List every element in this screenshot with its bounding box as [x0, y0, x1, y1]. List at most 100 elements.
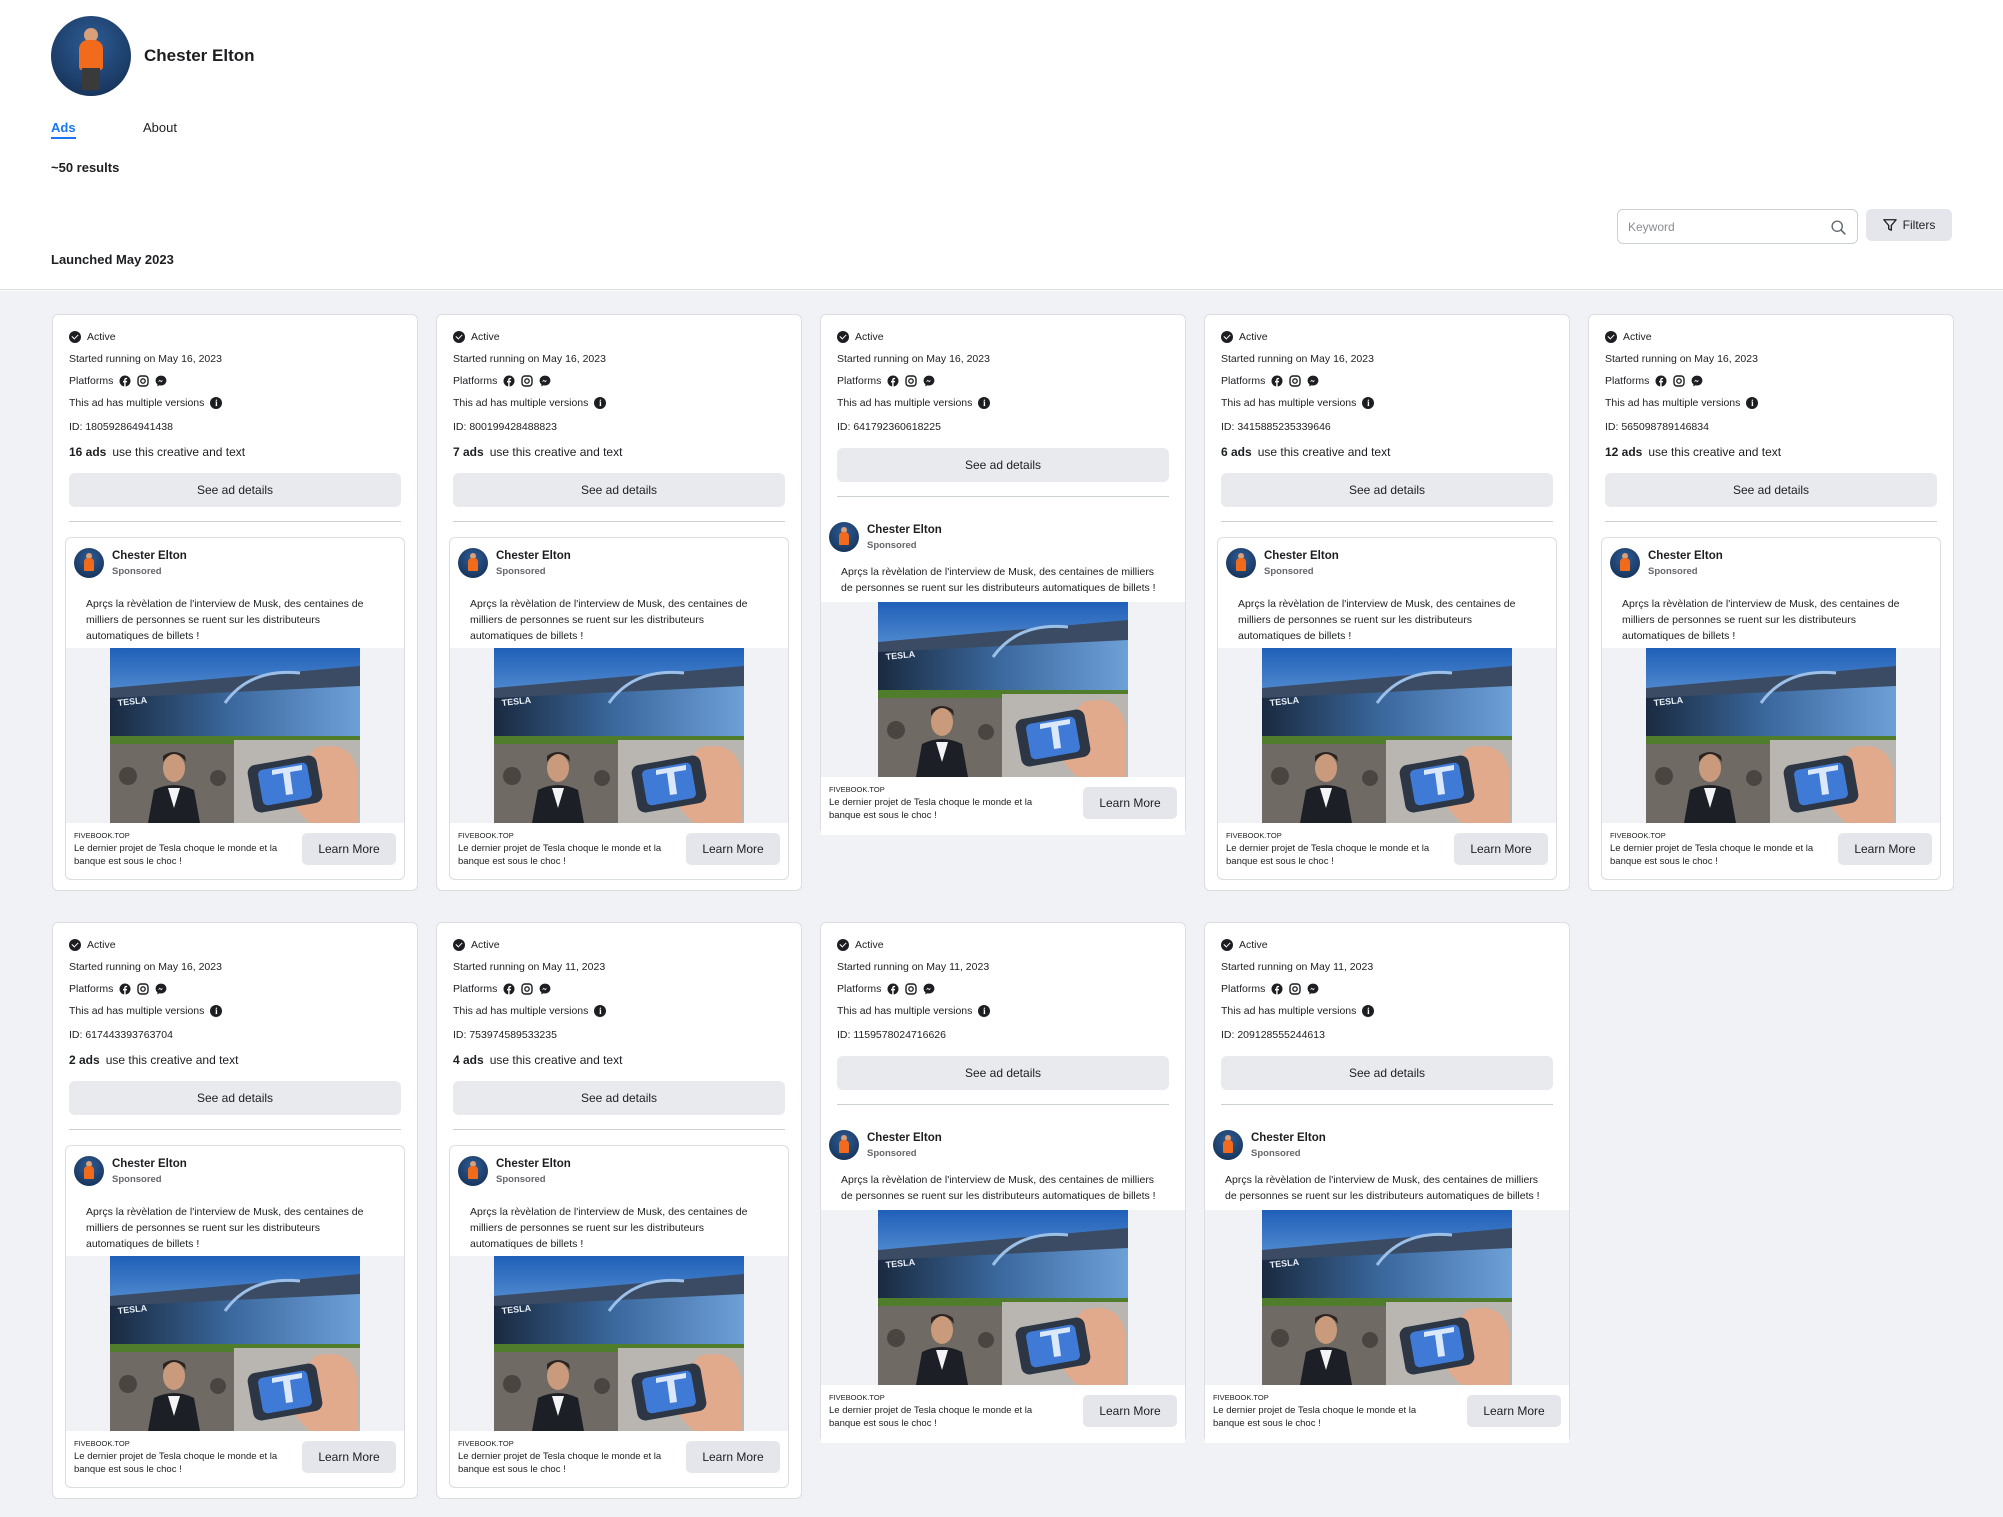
advertiser-avatar[interactable]: [829, 522, 859, 552]
learn-more-button[interactable]: Learn More: [1454, 833, 1548, 865]
keyword-search-box[interactable]: [1617, 209, 1858, 244]
versions-label: This ad has multiple versions: [453, 397, 589, 409]
info-icon[interactable]: i: [210, 1005, 223, 1017]
ad-image[interactable]: TESLA: [878, 1210, 1128, 1385]
crowd-head: [503, 767, 521, 785]
advertiser-avatar[interactable]: [1610, 548, 1640, 578]
person-face: [547, 1362, 569, 1390]
learn-more-button[interactable]: Learn More: [302, 833, 396, 865]
ad-domain[interactable]: FIVEBOOK.TOP: [1610, 831, 1666, 840]
ads-count-row: 16 ads use this creative and text: [69, 445, 245, 459]
learn-more-button[interactable]: Learn More: [1838, 833, 1932, 865]
ad-headline[interactable]: Le dernier projet de Tesla choque le mon…: [1226, 842, 1446, 868]
person-face: [1699, 754, 1721, 782]
sponsored-label: Sponsored: [867, 540, 917, 551]
tab-about[interactable]: About: [143, 120, 177, 135]
ad-domain[interactable]: FIVEBOOK.TOP: [74, 1439, 130, 1448]
advertiser-name[interactable]: Chester Elton: [1264, 550, 1339, 562]
see-ad-details-button[interactable]: See ad details: [837, 1056, 1169, 1090]
ad-domain[interactable]: FIVEBOOK.TOP: [1213, 1393, 1269, 1402]
info-icon[interactable]: i: [594, 1005, 607, 1017]
advertiser-name[interactable]: Chester Elton: [496, 550, 571, 562]
ads-count-suffix: use this creative and text: [489, 1053, 623, 1067]
ad-headline[interactable]: Le dernier projet de Tesla choque le mon…: [1213, 1404, 1433, 1430]
advertiser-name[interactable]: Chester Elton: [112, 1158, 187, 1170]
ad-image[interactable]: TESLA: [494, 1256, 744, 1431]
info-icon[interactable]: i: [594, 397, 607, 409]
ad-headline[interactable]: Le dernier projet de Tesla choque le mon…: [829, 1404, 1049, 1430]
advertiser-name[interactable]: Chester Elton: [867, 1132, 942, 1144]
advertiser-name[interactable]: Chester Elton: [112, 550, 187, 562]
advertiser-avatar[interactable]: [458, 548, 488, 578]
status-label: Active: [855, 331, 884, 343]
ad-image[interactable]: TESLA: [1262, 648, 1512, 823]
advertiser-avatar[interactable]: [1226, 548, 1256, 578]
divider: [453, 1129, 785, 1130]
status-label: Active: [1239, 939, 1268, 951]
divider: [69, 1129, 401, 1130]
ad-image[interactable]: TESLA: [1262, 1210, 1512, 1385]
learn-more-button[interactable]: Learn More: [686, 833, 780, 865]
page-avatar[interactable]: [51, 16, 131, 96]
info-icon[interactable]: i: [978, 1005, 991, 1017]
see-ad-details-button[interactable]: See ad details: [1221, 1056, 1553, 1090]
see-ad-details-button[interactable]: See ad details: [453, 473, 785, 507]
advertiser-avatar[interactable]: [74, 548, 104, 578]
ad-image[interactable]: TESLA: [494, 648, 744, 823]
ad-body-text: Aprçs la rèvèlation de l'interview de Mu…: [86, 1206, 364, 1250]
advertiser-name[interactable]: Chester Elton: [1251, 1132, 1326, 1144]
filters-button[interactable]: Filters: [1866, 209, 1952, 241]
learn-more-button[interactable]: Learn More: [1467, 1395, 1561, 1427]
ad-domain[interactable]: FIVEBOOK.TOP: [1226, 831, 1282, 840]
ad-domain[interactable]: FIVEBOOK.TOP: [74, 831, 130, 840]
see-ad-details-button[interactable]: See ad details: [1605, 473, 1937, 507]
ad-image[interactable]: TESLA: [1646, 648, 1896, 823]
info-icon[interactable]: i: [978, 397, 991, 409]
info-icon[interactable]: i: [1362, 1005, 1375, 1017]
info-icon[interactable]: i: [210, 397, 223, 409]
ad-body-text: Aprçs la rèvèlation de l'interview de Mu…: [841, 566, 1156, 594]
ads-count-suffix: use this creative and text: [112, 445, 246, 459]
see-ad-details-button[interactable]: See ad details: [453, 1081, 785, 1115]
crowd-head: [594, 770, 610, 786]
ad-headline[interactable]: Le dernier projet de Tesla choque le mon…: [74, 842, 294, 868]
see-ad-details-button[interactable]: See ad details: [69, 473, 401, 507]
crowd-head: [210, 1378, 226, 1394]
info-icon[interactable]: i: [1746, 397, 1759, 409]
learn-more-button[interactable]: Learn More: [686, 1441, 780, 1473]
see-ad-details-button[interactable]: See ad details: [1221, 473, 1553, 507]
advertiser-name[interactable]: Chester Elton: [496, 1158, 571, 1170]
ad-preview: Chester Elton Sponsored Aprçs la rèvèlat…: [821, 1120, 1185, 1443]
search-icon[interactable]: [1830, 219, 1847, 236]
info-icon[interactable]: i: [1362, 397, 1375, 409]
advertiser-name[interactable]: Chester Elton: [1648, 550, 1723, 562]
ad-headline[interactable]: Le dernier projet de Tesla choque le mon…: [829, 796, 1049, 822]
ad-headline[interactable]: Le dernier projet de Tesla choque le mon…: [458, 1450, 678, 1476]
ad-image[interactable]: TESLA: [110, 1256, 360, 1431]
advertiser-avatar[interactable]: [829, 1130, 859, 1160]
advertiser-avatar[interactable]: [74, 1156, 104, 1186]
learn-more-button[interactable]: Learn More: [1083, 1395, 1177, 1427]
ad-headline[interactable]: Le dernier projet de Tesla choque le mon…: [74, 1450, 294, 1476]
advertiser-avatar[interactable]: [458, 1156, 488, 1186]
advertiser-name[interactable]: Chester Elton: [867, 524, 942, 536]
person-face: [931, 708, 953, 736]
platforms-label: Platforms: [1605, 375, 1650, 387]
ad-image[interactable]: TESLA: [878, 602, 1128, 777]
ads-count-row: 12 ads use this creative and text: [1605, 445, 1781, 459]
advertiser-avatar[interactable]: [1213, 1130, 1243, 1160]
ad-headline[interactable]: Le dernier projet de Tesla choque le mon…: [1610, 842, 1830, 868]
ad-domain[interactable]: FIVEBOOK.TOP: [458, 1439, 514, 1448]
keyword-search-input[interactable]: [1628, 219, 1818, 235]
learn-more-button[interactable]: Learn More: [1083, 787, 1177, 819]
ad-domain[interactable]: FIVEBOOK.TOP: [829, 1393, 885, 1402]
see-ad-details-button[interactable]: See ad details: [69, 1081, 401, 1115]
see-ad-details-button[interactable]: See ad details: [837, 448, 1169, 482]
crowd-head: [119, 767, 137, 785]
learn-more-button[interactable]: Learn More: [302, 1441, 396, 1473]
tab-ads[interactable]: Ads: [51, 120, 76, 139]
ad-domain[interactable]: FIVEBOOK.TOP: [829, 785, 885, 794]
ad-headline[interactable]: Le dernier projet de Tesla choque le mon…: [458, 842, 678, 868]
ad-domain[interactable]: FIVEBOOK.TOP: [458, 831, 514, 840]
ad-image[interactable]: TESLA: [110, 648, 360, 823]
